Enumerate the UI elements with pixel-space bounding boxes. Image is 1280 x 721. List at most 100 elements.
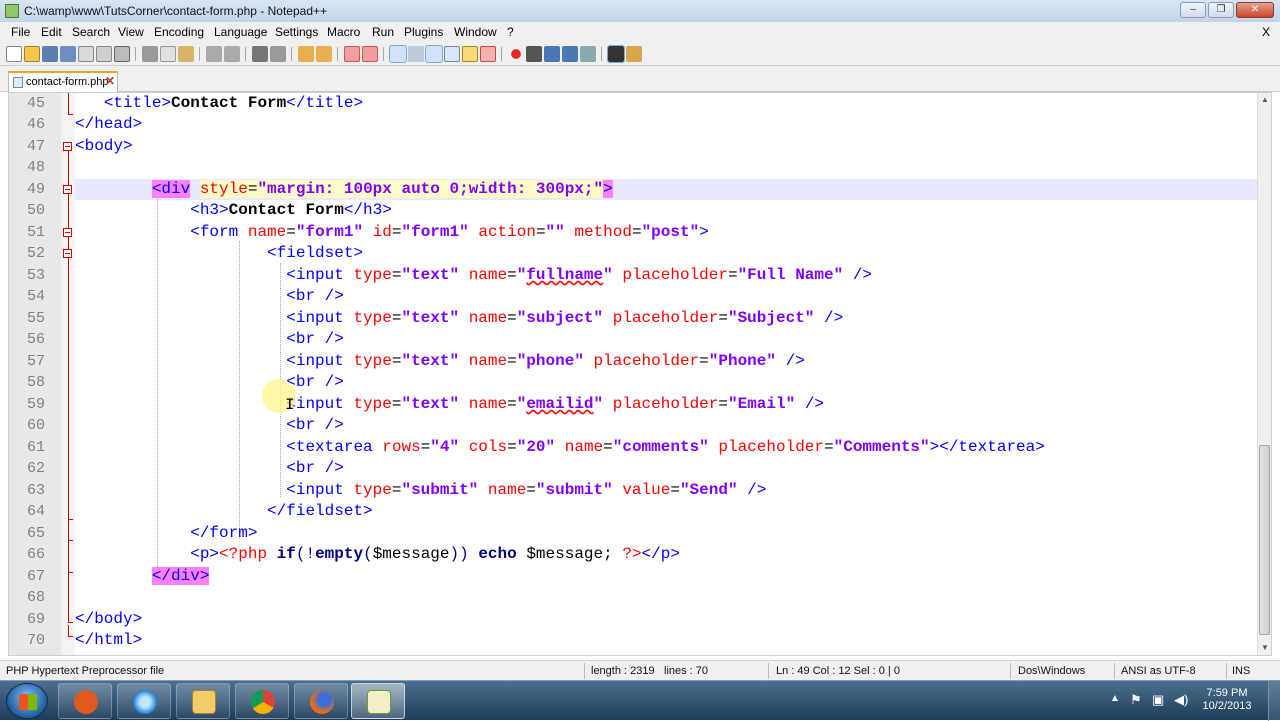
code-line: 48 [9, 157, 1259, 178]
close-file-icon[interactable] [78, 46, 94, 62]
play-macro-icon[interactable] [544, 46, 560, 62]
show-desktop-button[interactable] [1268, 681, 1280, 721]
menu-file[interactable]: File [11, 25, 30, 39]
code-line: 63 <input type="submit" name="submit" va… [9, 480, 1259, 501]
status-bar: PHP Hypertext Preprocessor file length :… [0, 660, 1280, 680]
stop-macro-icon[interactable] [526, 46, 542, 62]
scroll-thumb[interactable] [1259, 445, 1270, 635]
network-icon[interactable]: ▣ [1152, 692, 1164, 708]
code-line: 51 <form name="form1" id="form1" action=… [9, 222, 1259, 243]
menu-language[interactable]: Language [214, 25, 267, 39]
line-code: </fieldset> [267, 502, 373, 520]
line-code: <input type="text" name="emailid" placeh… [286, 395, 825, 413]
toolbar [0, 42, 1280, 66]
start-button[interactable] [6, 683, 48, 719]
menu-search[interactable]: Search [72, 25, 110, 39]
plugin-icon[interactable] [626, 46, 642, 62]
chrome-icon [251, 690, 275, 714]
redo-icon[interactable] [224, 46, 240, 62]
maximize-button[interactable]: ❐ [1208, 2, 1234, 18]
notepad-plus-plus-icon [5, 4, 19, 18]
menu-run[interactable]: Run [372, 25, 394, 39]
menu-view[interactable]: View [118, 25, 144, 39]
cut-icon[interactable] [142, 46, 158, 62]
save-icon[interactable] [42, 46, 58, 62]
print-icon[interactable] [114, 46, 130, 62]
find-icon[interactable] [252, 46, 268, 62]
taskbar-notepad-plus-plus[interactable] [351, 683, 405, 719]
code-line: 61 <textarea rows="4" cols="20" name="co… [9, 437, 1259, 458]
word-wrap-icon[interactable] [389, 45, 407, 63]
taskbar-internet-explorer[interactable] [117, 683, 171, 719]
line-number: 70 [26, 632, 45, 649]
line-code: <h3>Contact Form</h3> [190, 201, 392, 219]
sync-horizontal-icon[interactable] [362, 46, 378, 62]
taskbar-media-player[interactable] [58, 683, 112, 719]
close-document-button[interactable]: X [1262, 25, 1270, 39]
file-type-label: PHP Hypertext Preprocessor file [6, 665, 165, 677]
line-code: <form name="form1" id="form1" action="" … [190, 223, 709, 241]
user-language-icon[interactable] [444, 46, 460, 62]
tab-label: contact-form.php [26, 76, 109, 88]
code-line: 46 </head> [9, 114, 1259, 135]
taskbar-chrome[interactable] [235, 683, 289, 719]
menu-plugins[interactable]: Plugins [404, 25, 443, 39]
new-file-icon[interactable] [6, 46, 22, 62]
window-title: C:\wamp\www\TutsCorner\contact-form.php … [24, 4, 328, 18]
minimize-button[interactable]: ‒ [1180, 2, 1206, 18]
tab-close-icon[interactable]: ✕ [105, 74, 115, 88]
menu-macro[interactable]: Macro [327, 25, 360, 39]
save-macro-icon[interactable] [580, 46, 596, 62]
paste-icon[interactable] [178, 46, 194, 62]
show-hidden-icons-icon[interactable]: ▲ [1110, 693, 1120, 704]
code-line: 70 </html> [9, 630, 1259, 651]
menu-help[interactable]: ? [507, 25, 514, 39]
show-all-characters-icon[interactable] [408, 46, 424, 62]
action-center-icon[interactable]: ⚑ [1130, 692, 1142, 708]
code-line: 54 <br /> [9, 286, 1259, 307]
zoom-out-icon[interactable] [316, 46, 332, 62]
save-all-icon[interactable] [60, 46, 76, 62]
function-list-icon[interactable] [480, 46, 496, 62]
tab-contact-form[interactable]: contact-form.php ✕ [8, 71, 118, 92]
indent-guide-icon[interactable] [425, 45, 443, 63]
document-map-icon[interactable] [462, 46, 478, 62]
line-code: <div style="margin: 100px auto 0;width: … [151, 180, 613, 198]
sync-vertical-icon[interactable] [344, 46, 360, 62]
taskbar-firefox[interactable] [294, 683, 348, 719]
code-line: 45 <title>Contact Form</title> [9, 93, 1259, 114]
open-file-icon[interactable] [24, 46, 40, 62]
zoom-in-icon[interactable] [298, 46, 314, 62]
media-player-icon [74, 690, 98, 714]
ds-plugin-icon[interactable] [607, 45, 625, 63]
line-number: 66 [26, 546, 45, 563]
close-all-icon[interactable] [96, 46, 112, 62]
line-code: <p><?php if(!empty($message)) echo $mess… [190, 545, 680, 563]
code-line: 58 <br /> [9, 372, 1259, 393]
line-count: lines : 70 [664, 665, 709, 677]
clock-time: 7:59 PM [1206, 687, 1248, 699]
code-editor[interactable]: 45 <title>Contact Form</title> 46 </head>… [8, 92, 1272, 656]
copy-icon[interactable] [160, 46, 176, 62]
menu-window[interactable]: Window [454, 25, 497, 39]
code-line: 62 <br /> [9, 458, 1259, 479]
menu-encoding[interactable]: Encoding [154, 25, 204, 39]
line-number: 65 [26, 525, 45, 542]
scroll-down-arrow-icon[interactable]: ▼ [1258, 641, 1271, 655]
undo-icon[interactable] [206, 46, 222, 62]
vertical-scrollbar[interactable]: ▲ ▼ [1257, 93, 1271, 655]
replace-icon[interactable] [270, 46, 286, 62]
run-macro-multiple-icon[interactable] [562, 46, 578, 62]
close-button[interactable]: ✕ [1236, 2, 1274, 18]
record-macro-icon[interactable] [508, 46, 524, 62]
menu-edit[interactable]: Edit [41, 25, 62, 39]
line-number: 45 [26, 95, 45, 112]
clock[interactable]: 7:59 PM 10/2/2013 [1197, 687, 1257, 713]
taskbar-file-explorer[interactable] [176, 683, 230, 719]
code-line: 59 <input type="text" name="emailid" pla… [9, 394, 1259, 415]
line-number: 46 [26, 116, 45, 133]
scroll-up-arrow-icon[interactable]: ▲ [1258, 93, 1271, 107]
volume-icon[interactable]: ◀) [1174, 692, 1188, 708]
menu-settings[interactable]: Settings [275, 25, 318, 39]
line-number: 55 [26, 310, 45, 327]
